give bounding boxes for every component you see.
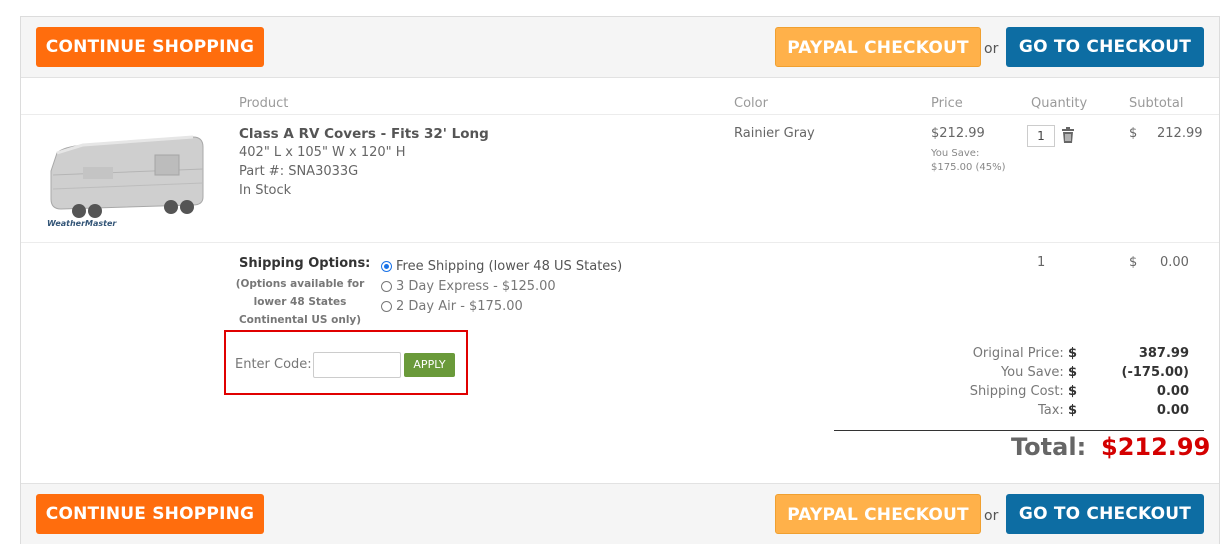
go-to-checkout-button[interactable]: GO TO CHECKOUT [1006, 494, 1204, 534]
rv-cover-product-image[interactable]: WeatherMaster [43, 125, 207, 229]
you-save-label: You Save: $ [1000, 365, 1077, 380]
product-subtotal: 212.99 [1157, 126, 1203, 141]
radio-unselected[interactable] [381, 301, 392, 312]
total-value: $212.99 [1101, 433, 1211, 461]
you-save-value: (-175.00) [1121, 365, 1189, 380]
or-separator: or [984, 41, 999, 57]
shipping-quantity: 1 [1037, 255, 1046, 270]
shipping-option-free[interactable]: Free Shipping (lower 48 US States) [381, 259, 622, 274]
paypal-checkout-button[interactable]: PAYPAL CHECKOUT [775, 494, 981, 534]
bottom-action-bar: CONTINUE SHOPPING PAYPAL CHECKOUT or GO … [21, 483, 1219, 544]
product-dimensions: 402" L x 105" W x 120" H [239, 145, 406, 160]
product-savings: You Save: $175.00 (45%) [931, 147, 1006, 175]
shipping-options-title: Shipping Options: [239, 256, 371, 271]
product-divider [21, 242, 1219, 243]
original-price-label: Original Price: $ [972, 346, 1077, 361]
continue-shopping-button[interactable]: CONTINUE SHOPPING [36, 27, 264, 67]
header-quantity: Quantity [1031, 96, 1088, 111]
header-price: Price [931, 96, 963, 111]
product-name-link[interactable]: Class A RV Covers - Fits 32' Long [239, 126, 489, 142]
or-separator: or [984, 508, 999, 524]
promo-code-input[interactable] [313, 352, 401, 378]
header-color: Color [734, 96, 768, 111]
total-label: Total: [1011, 433, 1087, 461]
savings-amount: $175.00 (45%) [931, 162, 1006, 173]
shipping-option-label: 2 Day Air - $175.00 [396, 299, 523, 314]
header-product: Product [239, 96, 289, 111]
shipping-options-note: (Options available for lower 48 States C… [235, 278, 365, 326]
top-action-bar: CONTINUE SHOPPING PAYPAL CHECKOUT or GO … [21, 17, 1219, 78]
shopping-cart: CONTINUE SHOPPING PAYPAL CHECKOUT or GO … [20, 16, 1220, 544]
shipping-subtotal: 0.00 [1160, 255, 1189, 270]
tax-label: Tax: $ [1037, 403, 1077, 418]
shipping-option-label: Free Shipping (lower 48 US States) [396, 259, 623, 274]
quantity-input[interactable]: 1 [1027, 125, 1055, 147]
shipping-cost-value: 0.00 [1156, 384, 1189, 399]
radio-unselected[interactable] [381, 281, 392, 292]
shipping-option-3day[interactable]: 3 Day Express - $125.00 [381, 279, 556, 294]
savings-label: You Save: [931, 148, 980, 159]
apply-code-button[interactable]: APPLY [404, 353, 455, 377]
header-divider [21, 114, 1219, 115]
product-color: Rainier Gray [734, 126, 815, 141]
promo-code-label: Enter Code: [235, 357, 312, 372]
product-part-number: Part #: SNA3033G [239, 164, 359, 179]
shipping-subtotal-currency: $ [1129, 255, 1138, 270]
shipping-option-2day[interactable]: 2 Day Air - $175.00 [381, 299, 523, 314]
continue-shopping-button[interactable]: CONTINUE SHOPPING [36, 494, 264, 534]
header-subtotal: Subtotal [1129, 96, 1184, 111]
product-subtotal-currency: $ [1129, 126, 1138, 141]
trash-icon[interactable] [1061, 127, 1075, 143]
shipping-cost-label: Shipping Cost: $ [969, 384, 1077, 399]
radio-selected[interactable] [381, 261, 392, 272]
paypal-checkout-button[interactable]: PAYPAL CHECKOUT [775, 27, 981, 67]
product-stock-status: In Stock [239, 183, 292, 198]
tax-value: 0.00 [1156, 403, 1189, 418]
shipping-option-label: 3 Day Express - $125.00 [396, 279, 556, 294]
product-price: $212.99 [931, 126, 985, 141]
original-price-value: 387.99 [1138, 346, 1189, 361]
svg-text:WeatherMaster: WeatherMaster [47, 219, 117, 228]
go-to-checkout-button[interactable]: GO TO CHECKOUT [1006, 27, 1204, 67]
summary-divider [834, 430, 1204, 431]
